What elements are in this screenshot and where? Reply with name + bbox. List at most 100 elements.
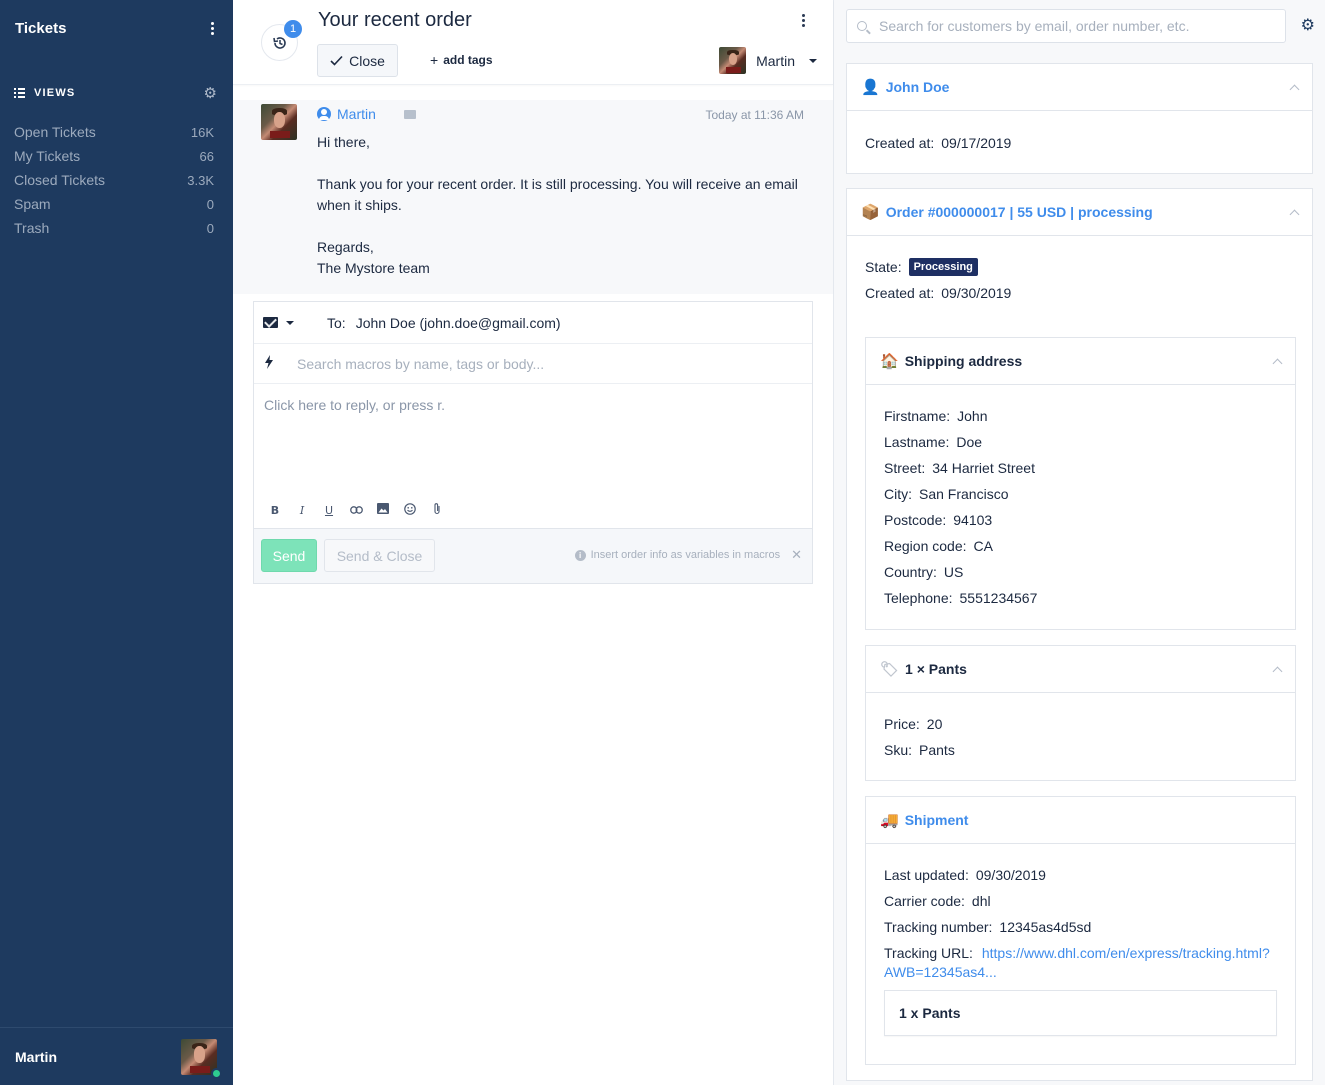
line-item-field: Sku: Pants: [884, 737, 1277, 763]
message-line: The Mystore team: [317, 260, 430, 276]
customer-name[interactable]: John Doe: [886, 79, 950, 95]
history-icon: [272, 36, 286, 49]
hint-text: Insert order info as variables in macros: [590, 549, 781, 561]
recipient-field[interactable]: John Doe (john.doe@gmail.com): [356, 315, 561, 331]
emoji-icon[interactable]: [403, 502, 417, 518]
field-value: 09/30/2019: [975, 867, 1046, 883]
message-line: [317, 216, 807, 237]
shipping-field: Postcode: 94103: [884, 507, 1277, 533]
field-label: Created at:: [865, 285, 935, 301]
channel-selector[interactable]: [263, 317, 294, 328]
customer-card: 👤 John Doe Created at: 09/17/2019: [846, 63, 1313, 174]
sidebar-menu-icon[interactable]: [206, 21, 218, 35]
view-item-count: 3.3K: [187, 172, 214, 188]
field-label: Firstname:: [884, 408, 951, 424]
views-label: VIEWS: [34, 87, 76, 99]
chevron-up-icon[interactable]: [1272, 666, 1283, 676]
view-item-count: 66: [199, 148, 214, 164]
customer-panel: ⚙ 👤 John Doe Created at: 09/17/2019 📦 Or…: [834, 0, 1325, 1085]
underline-icon[interactable]: U: [322, 504, 336, 517]
shipping-field: Region code: CA: [884, 533, 1277, 559]
sidebar: Tickets VIEWS ⚙ Open Tickets 16K My Tick…: [0, 0, 233, 1085]
field-label: Tracking URL:: [884, 945, 973, 961]
field-label: Lastname:: [884, 434, 950, 450]
chevron-up-icon[interactable]: [1272, 358, 1283, 368]
message-line: Thank you for your recent order. It is s…: [317, 176, 798, 213]
order-title[interactable]: Order #000000017 | 55 USD | processing: [886, 204, 1153, 220]
chevron-up-icon[interactable]: [1289, 209, 1300, 219]
chevron-down-icon: [286, 320, 294, 325]
chevron-up-icon[interactable]: [1289, 84, 1300, 94]
assignee-dropdown[interactable]: Martin: [719, 47, 817, 74]
field-label: Created at:: [865, 135, 935, 151]
message-line: Regards,: [317, 239, 374, 255]
message-author-name: Martin: [337, 106, 376, 122]
bold-icon[interactable]: B: [268, 504, 282, 517]
reply-body-area[interactable]: Click here to reply, or press r. B I U: [254, 384, 812, 530]
sidebar-title: Tickets: [15, 19, 67, 37]
sidebar-user-footer[interactable]: Martin: [0, 1027, 233, 1085]
field-value: San Francisco: [919, 486, 1009, 502]
panel-settings-gear-icon[interactable]: ⚙: [1301, 15, 1315, 35]
message-author[interactable]: Martin: [317, 106, 416, 122]
field-label: Price:: [884, 716, 920, 732]
shipment-header[interactable]: 🚚 Shipment: [866, 797, 1295, 844]
current-user-avatar[interactable]: [181, 1038, 222, 1079]
close-ticket-button[interactable]: Close: [317, 44, 398, 77]
view-item-label: Trash: [14, 220, 50, 236]
attachment-icon[interactable]: [430, 502, 444, 518]
macro-search-row: [254, 344, 812, 384]
field-value: Pants: [919, 742, 955, 758]
assignee-name: Martin: [756, 52, 795, 69]
link-icon[interactable]: [349, 504, 363, 517]
field-label: City:: [884, 486, 912, 502]
macro-variables-hint: i Insert order info as variables in macr…: [574, 547, 802, 563]
ticket-menu-icon[interactable]: [797, 14, 809, 27]
view-item-count: 0: [206, 220, 214, 236]
shipping-address-header[interactable]: 🏠 Shipping address: [866, 338, 1295, 385]
field-value: CA: [973, 538, 993, 554]
shipping-field: Firstname: John: [884, 403, 1277, 429]
customer-search-input[interactable]: [879, 18, 1279, 34]
close-icon[interactable]: ✕: [791, 547, 802, 563]
view-item-label: Open Tickets: [14, 124, 96, 140]
customer-card-header[interactable]: 👤 John Doe: [847, 64, 1312, 111]
macro-search-input[interactable]: [297, 355, 777, 372]
view-item-my-tickets[interactable]: My Tickets 66: [14, 144, 214, 168]
formatting-toolbar: B I U: [268, 502, 444, 518]
close-button-label: Close: [349, 52, 385, 69]
send-and-close-button[interactable]: Send & Close: [324, 539, 435, 572]
line-item-card: 🏷 1 × Pants Price: 20 Sku: Pants: [865, 645, 1296, 781]
shipping-field: Lastname: Doe: [884, 429, 1277, 455]
line-item-header[interactable]: 🏷 1 × Pants: [866, 646, 1295, 693]
view-item-spam[interactable]: Spam 0: [14, 192, 214, 216]
message-line: Hi there,: [317, 134, 370, 150]
views-settings-gear-icon[interactable]: ⚙: [204, 84, 217, 102]
field-value: 09/17/2019: [941, 135, 1012, 151]
view-item-open-tickets[interactable]: Open Tickets 16K: [14, 120, 214, 144]
view-item-count: 0: [206, 196, 214, 212]
ticket-title[interactable]: Your recent order: [318, 9, 472, 32]
order-state-field: State: Processing: [865, 254, 1294, 280]
shipment-title[interactable]: Shipment: [905, 812, 969, 828]
field-value: 94103: [953, 512, 993, 528]
message-author-avatar: [261, 104, 297, 140]
field-value: US: [943, 564, 964, 580]
field-label: Postcode:: [884, 512, 947, 528]
message-body: Hi there, Thank you for your recent orde…: [317, 132, 807, 279]
add-tags-button[interactable]: + add tags: [430, 52, 493, 68]
order-card-header[interactable]: 📦 Order #000000017 | 55 USD | processing: [847, 189, 1312, 236]
status-badge: Processing: [908, 258, 978, 276]
send-button[interactable]: Send: [261, 539, 317, 572]
tracking-url-link-cont[interactable]: AWB=12345as4...: [884, 964, 997, 980]
view-item-closed-tickets[interactable]: Closed Tickets 3.3K: [14, 168, 214, 192]
line-item-title: 1 × Pants: [905, 661, 967, 677]
list-icon: [14, 88, 25, 98]
customer-search[interactable]: [846, 9, 1286, 43]
italic-icon[interactable]: I: [295, 504, 309, 517]
recipient-row: To: John Doe (john.doe@gmail.com): [254, 302, 812, 344]
view-item-label: My Tickets: [14, 148, 81, 164]
tracking-url-link[interactable]: https://www.dhl.com/en/express/tracking.…: [982, 945, 1270, 961]
view-item-trash[interactable]: Trash 0: [14, 216, 214, 240]
image-icon[interactable]: [376, 503, 390, 517]
